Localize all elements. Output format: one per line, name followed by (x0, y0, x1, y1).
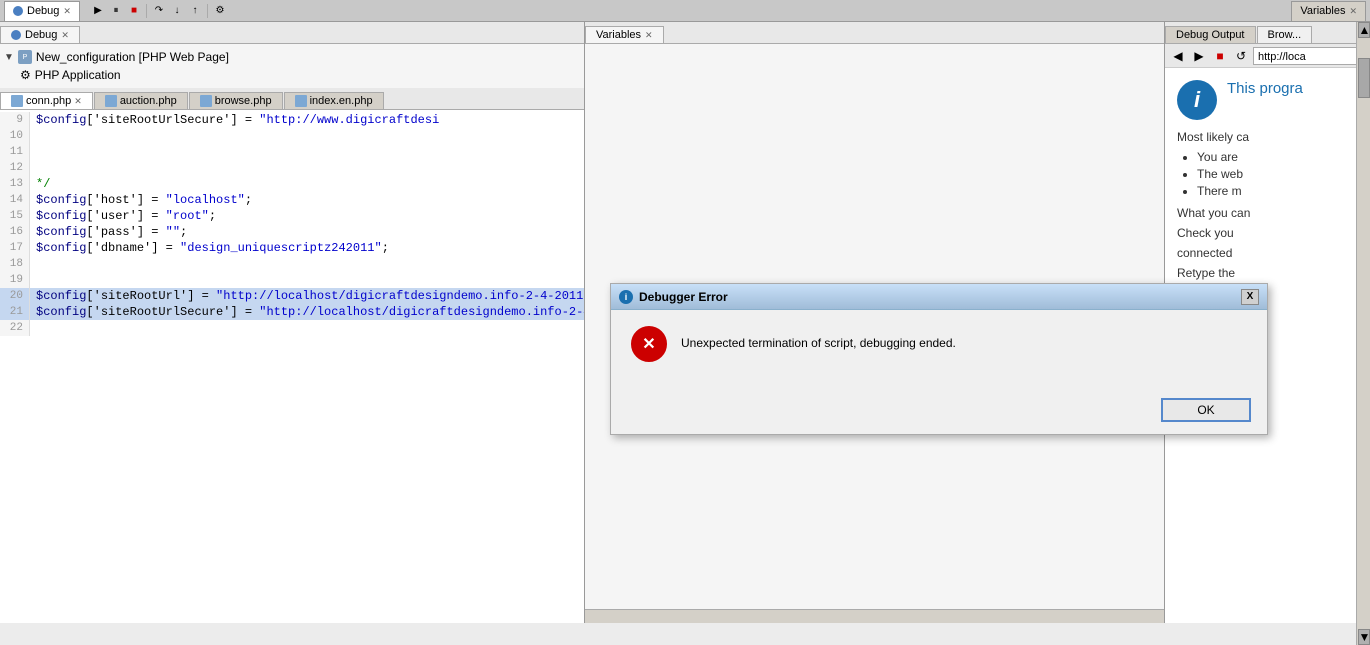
dialog-title-left: i Debugger Error (619, 290, 728, 304)
error-icon (631, 326, 667, 362)
dialog-body: Unexpected termination of script, debugg… (611, 310, 1267, 390)
dialog-footer: OK (611, 390, 1267, 434)
dialog-titlebar: i Debugger Error X (611, 284, 1267, 310)
dialog-message: Unexpected termination of script, debugg… (681, 326, 956, 352)
dialog-close-button[interactable]: X (1241, 289, 1259, 305)
debugger-error-dialog: i Debugger Error X Unexpected terminatio… (610, 283, 1268, 435)
modal-overlay: i Debugger Error X Unexpected terminatio… (0, 0, 1370, 623)
dialog-title-icon: i (619, 290, 633, 304)
dialog-title-text: Debugger Error (639, 290, 728, 304)
dialog-ok-button[interactable]: OK (1161, 398, 1251, 422)
